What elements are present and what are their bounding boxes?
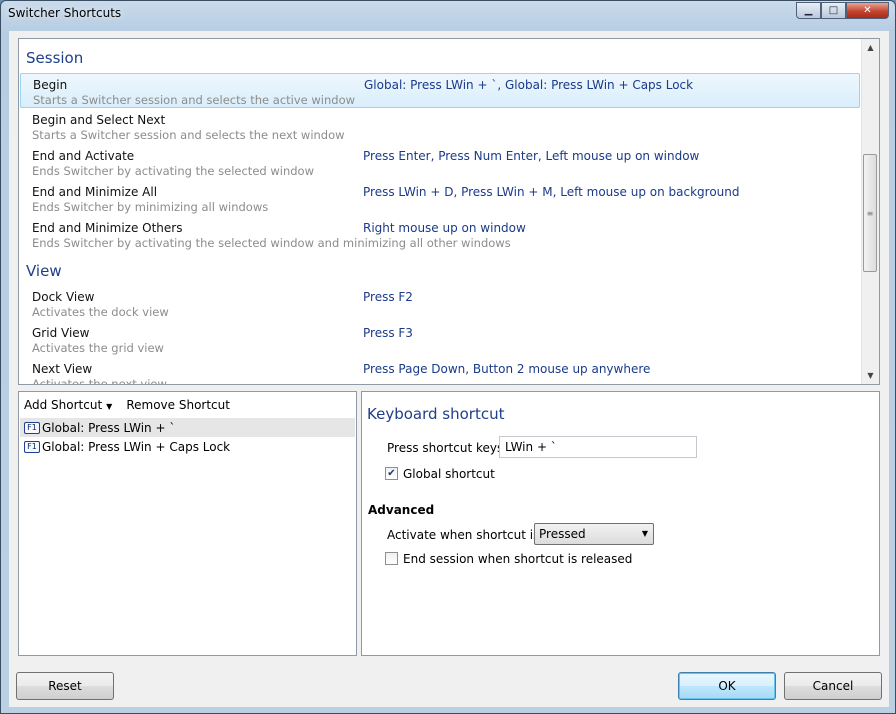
shortcut-toolbar: Add Shortcut ▼ Remove Shortcut [24,398,230,412]
scroll-up-icon[interactable]: ▲ [862,39,879,56]
command-row-end-minimize-others[interactable]: End and Minimize Others Ends Switcher by… [20,217,860,252]
command-keys: Press Enter, Press Num Enter, Left mouse… [363,149,700,163]
command-keys: Global: Press LWin + `, Global: Press LW… [364,78,694,92]
add-shortcut-button[interactable]: Add Shortcut ▼ [24,398,112,412]
command-name: Next View [32,362,93,376]
command-description: Activates the dock view [32,305,169,319]
command-name: Dock View [32,290,95,304]
chevron-down-icon: ▼ [641,529,648,538]
command-name: Begin [33,78,68,92]
close-button[interactable]: ✕ [846,2,889,19]
command-description: Starts a Switcher session and selects th… [33,93,356,107]
command-description: Ends Switcher by activating the selected… [32,236,511,250]
keyboard-key-icon: F1 [24,421,40,434]
group-heading-session: Session [26,49,84,67]
command-name: End and Minimize All [32,185,158,199]
group-heading-view: View [26,262,62,280]
shortcuts-window: Switcher Shortcuts ▁ □ ✕ Session Begin S… [0,0,896,714]
dropdown-arrow-icon: ▼ [106,402,113,411]
command-name: End and Activate [32,149,135,163]
keyboard-key-icon: F1 [24,440,40,453]
command-keys: Press LWin + D, Press LWin + M, Left mou… [363,185,740,199]
command-description: Ends Switcher by activating the selected… [32,164,314,178]
command-keys: Press Page Down, Button 2 mouse up anywh… [363,362,651,376]
shortcut-item-label: Global: Press LWin + ` [42,420,176,435]
end-session-label: End session when shortcut is released [403,552,633,566]
command-name: End and Minimize Others [32,221,183,235]
shortcut-keys-input[interactable]: LWin + ` [499,436,697,458]
panel-title: Keyboard shortcut [367,405,505,423]
reset-button[interactable]: Reset [16,672,114,700]
caption-buttons: ▁ □ ✕ [796,2,889,20]
dialog-client: Session Begin Starts a Switcher session … [9,31,889,707]
vertical-scrollbar[interactable]: ▲ ≡ ▼ [861,39,879,384]
command-keys: Press F3 [363,326,413,340]
command-row-next-view[interactable]: Next View Activates the next view Press … [20,358,860,385]
command-keys: Press F2 [363,290,413,304]
maximize-button[interactable]: □ [821,2,846,19]
command-row-grid-view[interactable]: Grid View Activates the grid view Press … [20,322,860,357]
shortcut-item-label: Global: Press LWin + Caps Lock [42,439,231,454]
cancel-button[interactable]: Cancel [784,672,882,700]
command-row-begin[interactable]: Begin Starts a Switcher session and sele… [20,73,860,108]
shortcut-list-panel: Add Shortcut ▼ Remove Shortcut F1 Global:… [18,391,357,656]
command-description: Activates the grid view [32,341,164,355]
command-row-end-activate[interactable]: End and Activate Ends Switcher by activa… [20,145,860,180]
command-row-begin-select-next[interactable]: Begin and Select Next Starts a Switcher … [20,109,860,144]
command-list: Session Begin Starts a Switcher session … [18,38,880,385]
window-title: Switcher Shortcuts [8,6,122,20]
advanced-heading: Advanced [368,503,435,517]
command-name: Begin and Select Next [32,113,166,127]
command-row-dock-view[interactable]: Dock View Activates the dock view Press … [20,286,860,321]
end-session-checkbox[interactable] [385,552,398,565]
command-description: Activates the next view [32,377,167,385]
global-shortcut-checkbox[interactable]: ✔ [385,467,398,480]
minimize-button[interactable]: ▁ [796,2,821,19]
command-keys: Right mouse up on window [363,221,526,235]
activate-when-select[interactable]: Pressed ▼ [534,523,654,545]
remove-shortcut-button[interactable]: Remove Shortcut [126,398,230,412]
command-description: Starts a Switcher session and selects th… [32,128,345,142]
activate-when-label: Activate when shortcut is: [387,528,544,542]
activate-when-value: Pressed [539,527,586,541]
shortcut-keys-label: Press shortcut keys: [387,441,508,455]
scroll-thumb[interactable]: ≡ [863,154,877,272]
scroll-down-icon[interactable]: ▼ [862,367,879,384]
shortcut-item[interactable]: F1 Global: Press LWin + Caps Lock [20,437,355,456]
global-shortcut-label: Global shortcut [403,467,495,481]
command-description: Ends Switcher by minimizing all windows [32,200,269,214]
add-shortcut-label: Add Shortcut [24,398,103,412]
command-name: Grid View [32,326,90,340]
shortcut-item[interactable]: F1 Global: Press LWin + ` [20,418,355,437]
ok-button[interactable]: OK [678,672,776,700]
title-bar[interactable]: Switcher Shortcuts ▁ □ ✕ [1,1,895,27]
command-row-end-minimize-all[interactable]: End and Minimize All Ends Switcher by mi… [20,181,860,216]
keyboard-shortcut-panel: Keyboard shortcut Press shortcut keys: L… [361,391,880,656]
